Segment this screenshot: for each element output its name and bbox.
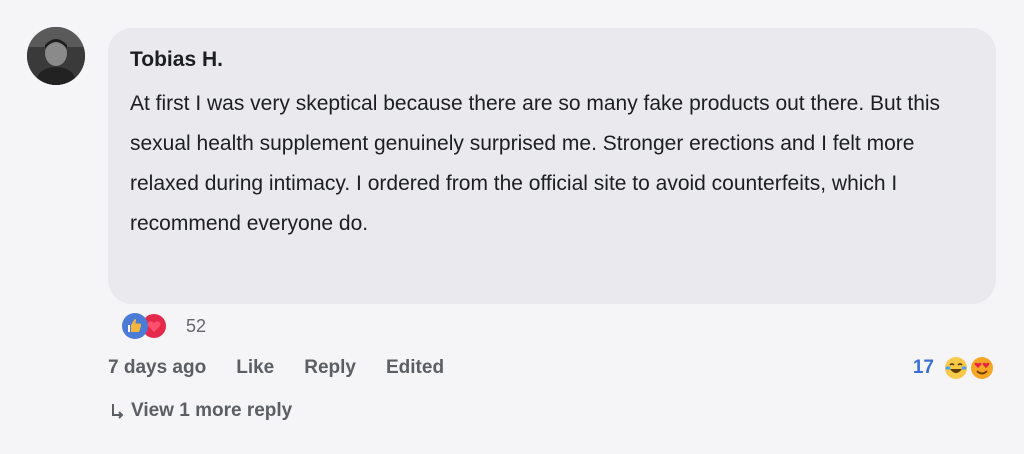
laughing-emoji-icon (944, 356, 968, 380)
user-avatar-photo (27, 27, 85, 85)
view-more-replies[interactable]: View 1 more reply (108, 397, 292, 425)
comment-reactions[interactable]: 52 (122, 313, 206, 339)
comment-author[interactable]: Tobias H. (130, 45, 976, 75)
reaction-icons[interactable] (122, 313, 172, 339)
comment-text: At first I was very skeptical because th… (130, 92, 941, 235)
comment-bubble: Tobias H. At first I was very skeptical … (108, 28, 996, 304)
reply-button[interactable]: Reply (304, 357, 356, 379)
reply-reactions[interactable]: 17 (913, 355, 994, 381)
reply-arrow-icon (108, 400, 128, 422)
avatar[interactable] (27, 27, 85, 85)
comment-actions: 7 days ago Like Reply Edited (108, 355, 444, 381)
comment-timestamp[interactable]: 7 days ago (108, 357, 206, 379)
like-button[interactable]: Like (236, 357, 274, 379)
reply-reaction-count: 17 (912, 357, 934, 378)
edited-label[interactable]: Edited (386, 357, 444, 379)
like-icon (122, 313, 148, 339)
view-more-replies-label: View 1 more reply (131, 400, 293, 421)
reaction-count: 52 (186, 315, 207, 336)
heart-eyes-emoji-icon (970, 356, 994, 380)
